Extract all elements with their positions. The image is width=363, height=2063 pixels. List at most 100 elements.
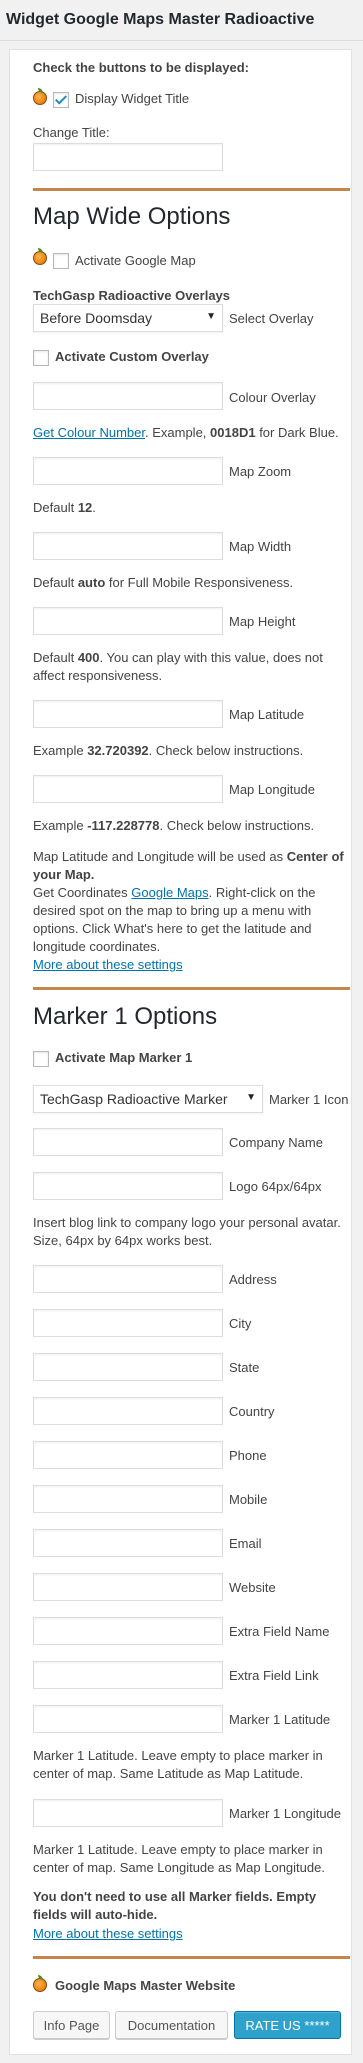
change-title-label: Change Title:: [33, 125, 110, 140]
change-title-input[interactable]: [33, 143, 223, 171]
mobile-label: Mobile: [229, 1492, 268, 1507]
map-wide-heading: Map Wide Options: [33, 203, 231, 230]
email-label: Email: [229, 1536, 262, 1551]
state-input[interactable]: [33, 1353, 223, 1381]
marker-icon-label: Marker 1 Icon: [269, 1092, 349, 1107]
chevron-down-icon: ▼: [246, 1092, 256, 1103]
colour-overlay-label: Colour Overlay: [229, 390, 316, 405]
documentation-button[interactable]: Documentation: [115, 2011, 228, 2039]
get-colour-number-link[interactable]: Get Colour Number: [33, 425, 145, 440]
marker-icon-select[interactable]: TechGasp Radioactive Marker ▼: [33, 1085, 263, 1113]
section-divider: [33, 987, 350, 990]
country-input[interactable]: [33, 1397, 223, 1425]
hint-value: auto: [77, 575, 106, 590]
address-label: Address: [229, 1272, 277, 1287]
select-overlay-label: Select Overlay: [229, 311, 314, 326]
extra-field-name-label: Extra Field Name: [229, 1624, 330, 1639]
company-name-label: Company Name: [229, 1135, 323, 1150]
center-note-text: Map Latitude and Longitude will be used …: [33, 849, 287, 864]
google-maps-link[interactable]: Google Maps: [131, 885, 208, 900]
orange-icon: [33, 88, 47, 105]
hint-text: Default: [33, 575, 78, 590]
marker-longitude-hint: Marker 1 Latitude. Leave empty to place …: [33, 1842, 325, 1875]
activate-custom-overlay-checkbox[interactable]: [33, 350, 49, 366]
marker-latitude-label: Marker 1 Latitude: [229, 1712, 331, 1727]
hint-value: -117.228778: [87, 818, 160, 833]
hint-text: . Check below instructions.: [148, 743, 304, 758]
chevron-down-icon: ▼: [206, 311, 216, 322]
coords-text: Get Coordinates: [33, 885, 132, 900]
hint-value: 400: [77, 650, 100, 665]
orange-icon: [33, 248, 47, 265]
marker-heading: Marker 1 Options: [33, 1003, 218, 1030]
logo-input[interactable]: [33, 1172, 223, 1200]
overlay-selected-value: Before Doomsday: [40, 310, 153, 326]
check-buttons-label: Check the buttons to be displayed:: [33, 60, 249, 75]
city-input[interactable]: [33, 1309, 223, 1337]
logo-label: Logo 64px/64px: [229, 1179, 322, 1194]
map-latitude-input[interactable]: [33, 700, 223, 728]
hint-text: Default: [33, 500, 78, 515]
height-default-hint: Default 400. You can play with this valu…: [33, 649, 348, 685]
phone-input[interactable]: [33, 1441, 223, 1469]
colour-overlay-input[interactable]: [33, 382, 223, 410]
map-width-input[interactable]: [33, 532, 223, 560]
marker-longitude-label: Marker 1 Longitude: [229, 1806, 342, 1821]
activate-marker-label: Activate Map Marker 1: [55, 1050, 193, 1065]
marker-more-settings-link[interactable]: More about these settings: [33, 1925, 183, 1943]
activate-marker-checkbox[interactable]: [33, 1051, 49, 1067]
hint-text: Example: [33, 743, 88, 758]
marker-latitude-hint: Marker 1 Latitude. Leave empty to place …: [33, 1748, 323, 1781]
activate-google-map-checkbox[interactable]: [53, 253, 69, 269]
map-longitude-input[interactable]: [33, 775, 223, 803]
company-name-input[interactable]: [33, 1128, 223, 1156]
hint-value: 12: [77, 500, 93, 515]
website-input[interactable]: [33, 1573, 223, 1601]
more-settings-link[interactable]: More about these settings: [33, 956, 183, 974]
marker-latitude-input[interactable]: [33, 1705, 223, 1733]
extra-field-name-input[interactable]: [33, 1617, 223, 1645]
overlays-label: TechGasp Radioactive Overlays: [33, 288, 231, 303]
hint-value: 32.720392: [87, 743, 149, 758]
widget-title: Widget Google Maps Master Radioactive: [6, 11, 315, 28]
marker-icon-selected-value: TechGasp Radioactive Marker: [40, 1091, 228, 1107]
map-zoom-input[interactable]: [33, 457, 223, 485]
country-label: Country: [229, 1404, 275, 1419]
map-longitude-label: Map Longitude: [229, 782, 316, 797]
logo-hint: Insert blog link to company logo your pe…: [33, 1215, 341, 1248]
colour-hint-text: for Dark Blue.: [255, 425, 339, 440]
center-note: Map Latitude and Longitude will be used …: [33, 848, 351, 884]
width-default-hint: Default auto for Full Mobile Responsiven…: [33, 574, 353, 592]
phone-label: Phone: [229, 1448, 267, 1463]
activate-custom-overlay-label: Activate Custom Overlay: [55, 349, 209, 364]
hint-text: Default: [33, 650, 78, 665]
longitude-example-hint: Example -117.228778. Check below instruc…: [33, 817, 353, 835]
colour-hint: Get Colour Number. Example, 0018D1 for D…: [33, 424, 353, 442]
hint-text: . Check below instructions.: [159, 818, 315, 833]
orange-icon: [33, 1975, 47, 1992]
info-page-button[interactable]: Info Page: [33, 2011, 110, 2039]
widget-title-bar[interactable]: Widget Google Maps Master Radioactive: [0, 0, 363, 41]
extra-field-link-input[interactable]: [33, 1661, 223, 1689]
autohide-note: You don't need to use all Marker fields.…: [33, 1889, 317, 1922]
section-divider: [33, 1956, 350, 1959]
overlay-select[interactable]: Before Doomsday ▼: [33, 304, 223, 332]
address-input[interactable]: [33, 1265, 223, 1293]
map-zoom-label: Map Zoom: [229, 464, 292, 479]
website-label: Website: [229, 1580, 276, 1595]
rate-us-button[interactable]: RATE US *****: [234, 2011, 341, 2039]
latitude-example-hint: Example 32.720392. Check below instructi…: [33, 742, 353, 760]
state-label: State: [229, 1360, 260, 1375]
hint-text: for Full Mobile Responsiveness.: [105, 575, 294, 590]
email-input[interactable]: [33, 1529, 223, 1557]
widget-settings-panel: Check the buttons to be displayed: Displ…: [9, 49, 352, 2055]
map-height-label: Map Height: [229, 614, 296, 629]
activate-google-map-label: Activate Google Map: [75, 253, 196, 268]
extra-field-link-label: Extra Field Link: [229, 1668, 319, 1683]
display-title-checkbox[interactable]: [53, 92, 69, 108]
map-height-input[interactable]: [33, 607, 223, 635]
marker-longitude-input[interactable]: [33, 1799, 223, 1827]
map-latitude-label: Map Latitude: [229, 707, 305, 722]
mobile-input[interactable]: [33, 1485, 223, 1513]
website-link-label[interactable]: Google Maps Master Website: [55, 1977, 235, 1995]
